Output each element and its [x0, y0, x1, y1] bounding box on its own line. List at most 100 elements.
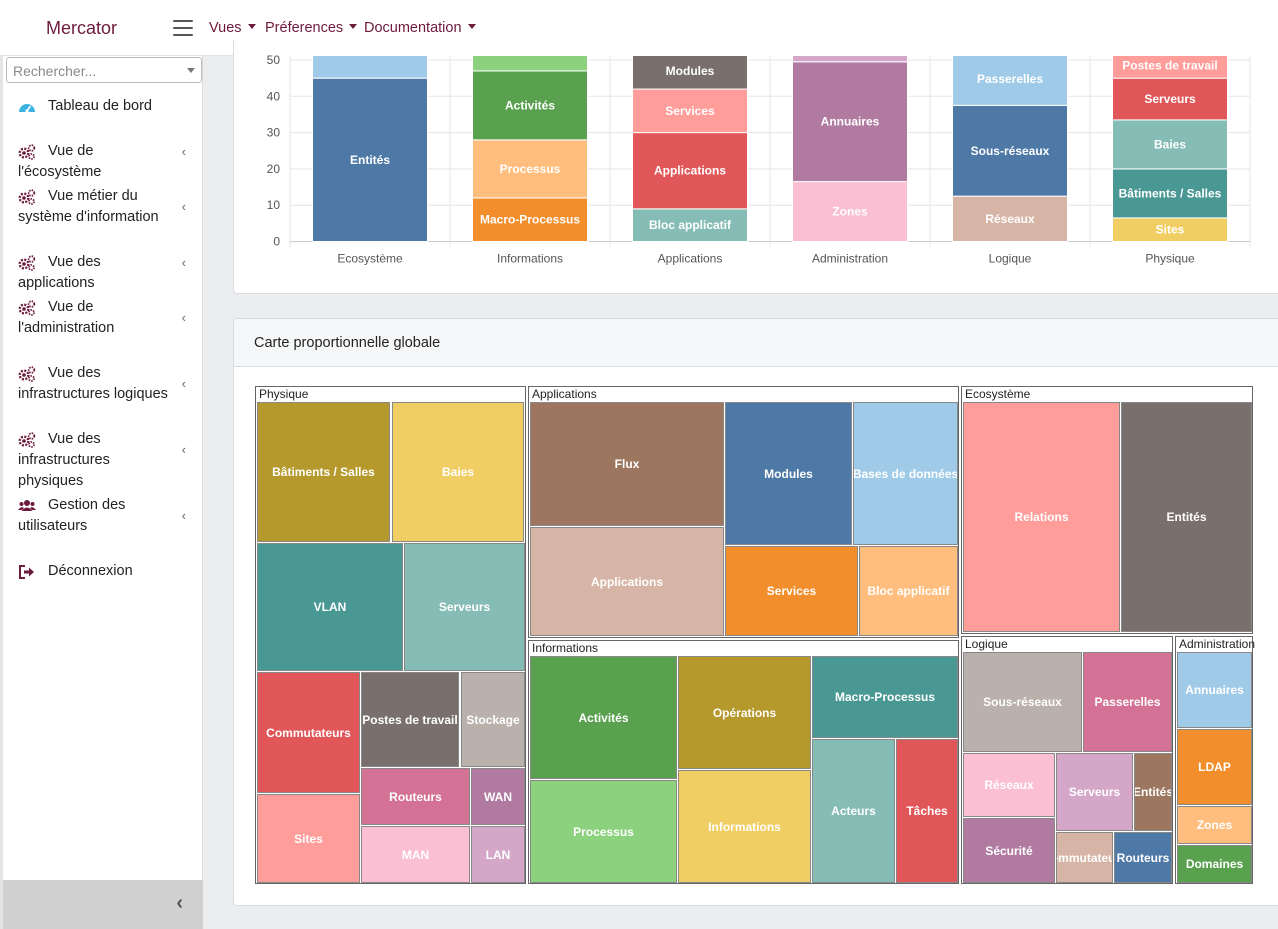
- treemap-cell[interactable]: Postes de travail: [361, 672, 459, 767]
- sidebar-item-infra-physiques[interactable]: Vue des infrastructures physiques ‹: [3, 429, 200, 489]
- treemap-cell[interactable]: Sécurité: [963, 818, 1055, 883]
- y-tick-label: 0: [273, 235, 280, 249]
- sidebar-item-ecosysteme[interactable]: Vue de l'écosystème ‹: [3, 141, 200, 180]
- treemap-group-label: Informations: [532, 641, 599, 655]
- chevron-left-icon: ‹: [181, 376, 186, 391]
- treemap-cell-label: Processus: [573, 824, 634, 839]
- nav-preferences-label: Préferences: [265, 20, 344, 36]
- treemap-cell[interactable]: Domaines: [1177, 845, 1252, 883]
- treemap-cell[interactable]: Opérations: [678, 656, 811, 769]
- bar-segment[interactable]: [472, 53, 588, 72]
- treemap-cell[interactable]: Acteurs: [812, 739, 895, 883]
- treemap-cell[interactable]: Applications: [530, 527, 724, 636]
- treemap-cell-label: Commutateurs: [266, 725, 351, 740]
- treemap-cell[interactable]: Réseaux: [963, 753, 1055, 817]
- treemap-cell-label: Postes de travail: [362, 712, 458, 727]
- treemap-cell[interactable]: Sous-réseaux: [963, 652, 1082, 752]
- sidebar-item-applications[interactable]: Vue des applications ‹: [3, 252, 200, 291]
- nav-vues-dropdown[interactable]: Vues: [209, 20, 256, 36]
- treemap-cell[interactable]: Passerelles: [1083, 652, 1172, 752]
- treemap-cell[interactable]: Baies: [392, 402, 524, 542]
- treemap-cell[interactable]: WAN: [471, 768, 525, 825]
- treemap-cell[interactable]: Stockage: [461, 672, 525, 767]
- treemap-cell[interactable]: Annuaires: [1177, 652, 1252, 728]
- treemap-cell[interactable]: Commutateurs: [257, 672, 360, 793]
- caret-down-icon: [467, 24, 476, 29]
- sidebar-item-label: Vue des applications: [18, 254, 101, 291]
- treemap-cell[interactable]: Routeurs: [361, 768, 470, 825]
- chevron-left-icon: ‹: [181, 442, 186, 457]
- treemap-cell-label: Routeurs: [389, 789, 442, 804]
- treemap-cell[interactable]: Commutateurs: [1056, 832, 1113, 883]
- bar-segment-label: Sous-réseaux: [971, 144, 1050, 158]
- search-input[interactable]: Rechercher...: [6, 57, 202, 83]
- treemap-cell-label: Domaines: [1185, 857, 1244, 871]
- bar-segment-label: Serveurs: [1144, 92, 1196, 106]
- sidebar-item-label: Vue des infrastructures physiques: [18, 431, 110, 489]
- sidebar: Rechercher... Tableau de bord Vue de l'é…: [3, 56, 203, 929]
- treemap-cell[interactable]: Informations: [678, 770, 811, 883]
- chevron-left-icon: ‹: [181, 310, 186, 325]
- treemap-cell-label: Réseaux: [984, 778, 1034, 792]
- treemap-cell[interactable]: Bases de données: [853, 402, 958, 545]
- x-tick-label: Administration: [812, 252, 888, 266]
- treemap-cell[interactable]: Routeurs: [1114, 832, 1172, 883]
- treemap-cell[interactable]: Bloc applicatif: [859, 546, 958, 636]
- treemap-cell-label: Stockage: [466, 712, 520, 727]
- bar-segment[interactable]: [312, 53, 428, 79]
- y-tick-label: 50: [267, 53, 281, 67]
- treemap-group-label: Logique: [965, 637, 1008, 651]
- treemap-cell[interactable]: Entités: [1134, 753, 1172, 831]
- treemap-cell[interactable]: LDAP: [1177, 729, 1252, 805]
- treemap-cell[interactable]: MAN: [361, 826, 470, 883]
- treemap-cell[interactable]: Sites: [257, 794, 360, 883]
- treemap-cell[interactable]: Processus: [530, 780, 677, 883]
- treemap-cell[interactable]: Relations: [963, 402, 1120, 632]
- brand-logo[interactable]: Mercator: [46, 18, 117, 39]
- treemap-cell-label: Activités: [578, 710, 629, 725]
- treemap-cell-label: WAN: [484, 789, 512, 804]
- nav-documentation-dropdown[interactable]: Documentation: [364, 20, 476, 36]
- x-tick-label: Logique: [989, 252, 1032, 266]
- bar-segment-label: Bloc applicatif: [649, 218, 732, 232]
- sidebar-item-dashboard[interactable]: Tableau de bord: [3, 96, 200, 118]
- treemap-cell[interactable]: Zones: [1177, 806, 1252, 844]
- sidebar-collapse-button[interactable]: ‹: [3, 880, 203, 929]
- bar-segment-label: Applications: [654, 164, 726, 178]
- treemap-cell[interactable]: Serveurs: [1056, 753, 1133, 831]
- treemap-cell[interactable]: Modules: [725, 402, 852, 545]
- chevron-left-icon: ‹: [181, 144, 186, 159]
- treemap-cell[interactable]: Serveurs: [404, 543, 525, 671]
- bar-segment-label: Passerelles: [977, 72, 1043, 86]
- sidebar-item-metier[interactable]: Vue métier du système d'information ‹: [3, 186, 200, 230]
- bar-segment[interactable]: [792, 53, 908, 63]
- treemap-cell[interactable]: Services: [725, 546, 858, 636]
- treemap-cell[interactable]: Activités: [530, 656, 677, 779]
- treemap-cell[interactable]: Entités: [1121, 402, 1252, 632]
- treemap-cell[interactable]: Tâches: [896, 739, 958, 883]
- treemap-cell[interactable]: Bâtiments / Salles: [257, 402, 390, 542]
- treemap-cell-label: Zones: [1196, 818, 1233, 832]
- sidebar-item-deconnexion[interactable]: Déconnexion: [3, 561, 200, 583]
- treemap-cell[interactable]: Macro-Processus: [812, 656, 958, 738]
- sidebar-item-infra-logiques[interactable]: Vue des infrastructures logiques ‹: [3, 363, 200, 407]
- treemap-cell[interactable]: LAN: [471, 826, 525, 883]
- nav-preferences-dropdown[interactable]: Préferences: [265, 20, 358, 36]
- treemap-cell-label: Opérations: [712, 705, 777, 720]
- sidebar-item-administration[interactable]: Vue de l'administration ‹: [3, 297, 200, 341]
- treemap-cell-label: Sous-réseaux: [983, 695, 1062, 709]
- sidebar-item-utilisateurs[interactable]: Gestion des utilisateurs ‹: [3, 495, 200, 539]
- treemap-cell[interactable]: Flux: [530, 402, 724, 526]
- x-tick-label: Applications: [658, 252, 723, 266]
- bar-segment-label: Activités: [505, 98, 555, 112]
- treemap-group-label: Administration: [1179, 637, 1256, 651]
- caret-down-icon: [349, 24, 358, 29]
- treemap-cell-label: VLAN: [313, 600, 347, 614]
- treemap-cell[interactable]: VLAN: [257, 543, 403, 671]
- treemap-cell-label: Bloc applicatif: [867, 584, 950, 598]
- stacked-bar-chart: 0 10 20 30 40 50 Entités Macro-Processus Process…: [267, 53, 1251, 266]
- y-tick-label: 40: [267, 89, 281, 103]
- chevron-left-icon: ‹: [181, 255, 186, 270]
- hamburger-menu-icon[interactable]: [173, 20, 193, 36]
- search-placeholder: Rechercher...: [13, 63, 97, 79]
